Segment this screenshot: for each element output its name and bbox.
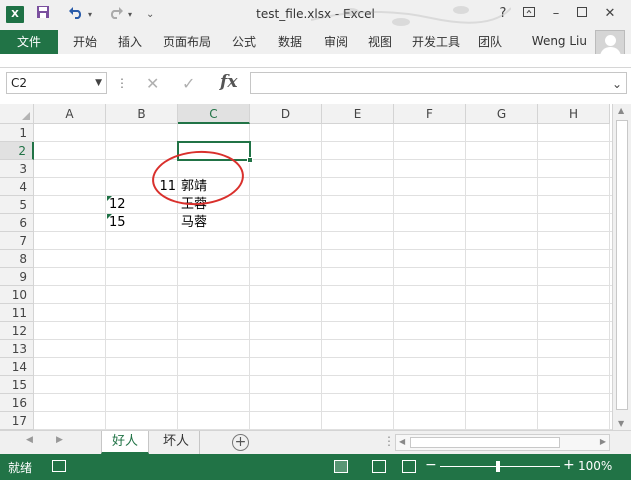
title-bar: X ▾ ▾ ⌄ test_file.xlsx - Excel ? – ✕ (0, 0, 631, 30)
zoom-out-button[interactable]: − (425, 457, 437, 473)
add-sheet-button[interactable]: + (232, 434, 249, 451)
zoom-slider-thumb[interactable] (496, 461, 500, 472)
scroll-left-icon[interactable]: ◀ (399, 437, 405, 446)
row-header[interactable]: 13 (0, 340, 34, 358)
expand-formula-bar-icon[interactable]: ⌄ (612, 77, 622, 91)
row-header[interactable]: 2 (0, 142, 34, 160)
user-name[interactable]: Weng Liu (532, 34, 587, 48)
row-header[interactable]: 14 (0, 358, 34, 376)
row-header[interactable]: 15 (0, 376, 34, 394)
row-header[interactable]: 1 (0, 124, 34, 142)
column-header-h[interactable]: H (538, 104, 610, 124)
formula-bar: C2 ▼ ⋮ ✕ ✓ fx ⌄ (0, 68, 631, 100)
branch-decoration-icon (311, 6, 511, 26)
vertical-scrollbar[interactable]: ▲ ▼ (612, 104, 631, 430)
name-box[interactable]: C2 ▼ (6, 72, 107, 94)
column-header-e[interactable]: E (322, 104, 394, 124)
row-header[interactable]: 3 (0, 160, 34, 178)
status-bar: 就绪 − + 100% (0, 454, 631, 480)
minimize-button[interactable]: – (544, 4, 568, 24)
chevron-down-icon[interactable]: ▼ (95, 73, 102, 93)
row-header[interactable]: 12 (0, 322, 34, 340)
column-header-f[interactable]: F (394, 104, 466, 124)
cell-area[interactable] (34, 124, 612, 430)
row-header[interactable]: 10 (0, 286, 34, 304)
column-header-c[interactable]: C (178, 104, 250, 124)
scroll-right-icon[interactable]: ▶ (600, 437, 606, 446)
row-header[interactable]: 4 (0, 178, 34, 196)
help-button[interactable]: ? (491, 4, 515, 24)
column-header-d[interactable]: D (250, 104, 322, 124)
zoom-slider[interactable] (440, 466, 560, 467)
cancel-icon[interactable]: ✕ (146, 74, 159, 93)
tab-home[interactable]: 开始 (64, 30, 106, 54)
tab-file[interactable]: 文件 (0, 30, 58, 54)
macro-record-icon[interactable] (52, 460, 66, 472)
avatar-head-icon (605, 35, 616, 46)
column-header-a[interactable]: A (34, 104, 106, 124)
sheet-tab-bad[interactable]: 坏人 (153, 431, 201, 454)
sheet-prev-icon[interactable]: ◀ (26, 435, 33, 445)
collapsed-ribbon (0, 54, 631, 68)
tab-page-layout[interactable]: 页面布局 (158, 30, 216, 54)
horizontal-scrollbar[interactable]: ◀ ▶ (395, 434, 610, 451)
tab-formulas[interactable]: 公式 (224, 30, 264, 54)
insert-function-button[interactable]: fx (220, 72, 237, 92)
row-header[interactable]: 16 (0, 394, 34, 412)
cell-b5[interactable]: 12 (109, 196, 126, 214)
tab-developer[interactable]: 开发工具 (404, 30, 468, 54)
tab-insert[interactable]: 插入 (110, 30, 150, 54)
fill-handle[interactable] (247, 157, 253, 163)
enter-check-icon[interactable]: ✓ (182, 74, 195, 93)
formula-input[interactable]: ⌄ (250, 72, 627, 94)
close-button[interactable]: ✕ (598, 4, 622, 24)
tab-review[interactable]: 审阅 (316, 30, 356, 54)
sheet-next-icon[interactable]: ▶ (56, 435, 63, 445)
horizontal-scroll-thumb[interactable] (410, 437, 560, 448)
row-header[interactable]: 7 (0, 232, 34, 250)
zoom-level[interactable]: 100% (578, 459, 612, 473)
ribbon-display-options-icon[interactable] (517, 4, 541, 24)
tab-view[interactable]: 视图 (360, 30, 400, 54)
column-header-b[interactable]: B (106, 104, 178, 124)
cell-c6[interactable]: 马蓉 (181, 214, 207, 232)
worksheet-grid[interactable]: A B C D E F G H 1 2 3 4 5 6 7 8 9 10 11 … (0, 104, 612, 430)
column-header-g[interactable]: G (466, 104, 538, 124)
page-break-view-icon[interactable] (402, 460, 416, 473)
scroll-down-icon[interactable]: ▼ (618, 419, 624, 428)
name-box-value: C2 (11, 76, 28, 90)
scroll-up-icon[interactable]: ▲ (618, 106, 624, 115)
row-header[interactable]: 17 (0, 412, 34, 430)
tab-team[interactable]: 团队 (470, 30, 510, 54)
tab-splitter-icon[interactable]: ⋮ (383, 434, 395, 448)
row-header[interactable]: 6 (0, 214, 34, 232)
row-header[interactable]: 8 (0, 250, 34, 268)
row-header[interactable]: 5 (0, 196, 34, 214)
formula-bar-grip-icon[interactable]: ⋮ (116, 76, 128, 90)
cell-b6[interactable]: 15 (109, 214, 126, 232)
select-all-button[interactable] (0, 104, 34, 124)
page-layout-view-icon[interactable] (372, 460, 386, 473)
zoom-in-button[interactable]: + (563, 457, 575, 473)
tab-data[interactable]: 数据 (270, 30, 310, 54)
row-header[interactable]: 9 (0, 268, 34, 286)
ribbon-tabs: 文件 开始 插入 页面布局 公式 数据 审阅 视图 开发工具 团队 Weng L… (0, 30, 631, 58)
sheet-tab-good[interactable]: 好人 (101, 431, 150, 454)
status-ready: 就绪 (8, 461, 33, 475)
vertical-scroll-thumb[interactable] (616, 120, 628, 410)
maximize-button[interactable] (570, 4, 594, 24)
normal-view-icon[interactable] (334, 460, 348, 473)
sheet-tab-bar: ◀ ▶ 好人 坏人 + ⋮ ◀ ▶ (0, 430, 631, 454)
row-header[interactable]: 11 (0, 304, 34, 322)
